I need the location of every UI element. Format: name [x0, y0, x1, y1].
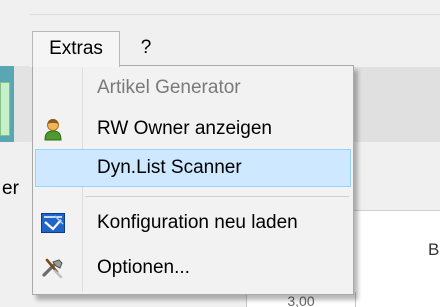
background-column-header-fragment: B — [428, 240, 440, 259]
menu-item-rw-owner-anzeigen[interactable]: RW Owner anzeigen — [35, 110, 351, 148]
menu-extras[interactable]: Extras — [32, 31, 120, 67]
extras-dropdown-menu: Artikel Generator RW Owner anzeigen Dyn.… — [32, 65, 354, 295]
screen: er B 3,00 Extras ? Artikel Generator RW … — [0, 0, 440, 307]
menu-bar: Extras ? — [30, 14, 440, 67]
menu-item-optionen[interactable]: Optionen... — [35, 249, 351, 287]
background-text-fragment: er — [2, 178, 19, 199]
menu-item-label: Dyn.List Scanner — [97, 157, 242, 178]
tools-icon — [41, 256, 65, 280]
menu-item-label: Konfiguration neu laden — [97, 212, 298, 233]
menu-item-label: Artikel Generator — [97, 77, 241, 98]
menu-item-label: RW Owner anzeigen — [97, 118, 272, 139]
menu-help[interactable]: ? — [132, 31, 160, 67]
menu-item-artikel-generator[interactable]: Artikel Generator — [35, 69, 351, 107]
reload-config-icon — [41, 211, 65, 235]
menu-item-label: Optionen... — [97, 257, 190, 278]
background-toolbar-button — [0, 82, 10, 136]
menu-item-dyn-list-scanner[interactable]: Dyn.List Scanner — [35, 149, 351, 187]
background-window-edge — [0, 0, 30, 307]
background-toolbar-right — [354, 66, 440, 142]
menu-item-konfiguration-neu-laden[interactable]: Konfiguration neu laden — [35, 204, 351, 242]
user-icon — [41, 117, 65, 141]
menu-separator — [85, 196, 349, 197]
